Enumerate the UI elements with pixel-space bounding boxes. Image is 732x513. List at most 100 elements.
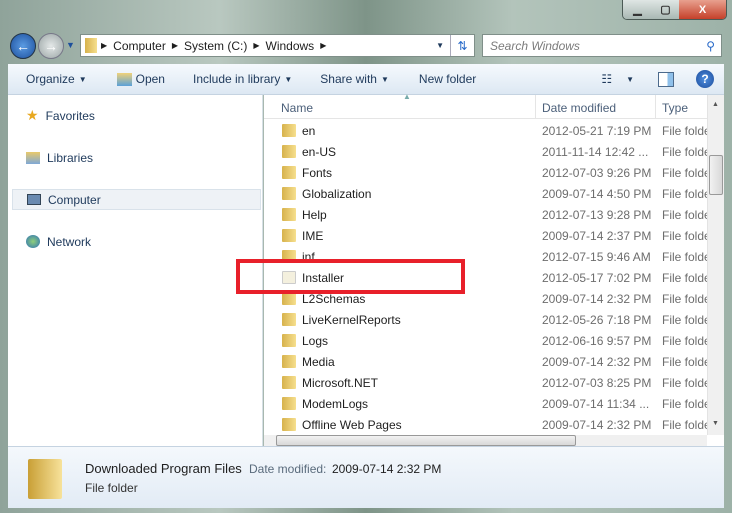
folder-icon [282,355,296,368]
organize-button[interactable]: Organize ▼ [26,72,87,86]
file-date: 2009-07-14 2:32 PM [542,355,652,369]
folder-icon [282,166,296,179]
file-row[interactable]: Help 2012-07-13 9:28 PM File folder [264,204,707,225]
horizontal-scrollbar[interactable] [264,435,707,446]
network-icon [26,235,40,248]
file-row[interactable]: ModemLogs 2009-07-14 11:34 ... File fold… [264,393,707,414]
maximize-button[interactable]: ▢ [652,0,679,19]
file-name: en-US [302,145,337,159]
file-date: 2012-07-15 9:46 AM [542,250,651,264]
file-type: File folder [662,187,707,201]
column-headers: ▲ Name Date modified Type [264,92,707,119]
include-in-library-button[interactable]: Include in library ▼ [193,72,292,86]
file-name: Help [302,208,327,222]
arrow-left-icon: ← [16,38,30,54]
nav-favorites[interactable]: ★ Favorites [12,105,261,126]
file-type: File folder [662,250,707,264]
file-name: Logs [302,334,329,348]
address-dropdown[interactable]: ▼ [436,41,444,50]
file-row[interactable]: en-US 2011-11-14 12:42 ... File folder [264,141,707,162]
file-row[interactable]: Fonts 2012-07-03 9:26 PM File folder [264,162,707,183]
vertical-scrollbar[interactable]: ▲ ▼ [707,95,724,435]
file-date: 2011-11-14 12:42 ... [542,145,649,159]
selected-item-type: File folder [85,481,138,495]
nav-libraries[interactable]: Libraries [12,147,261,168]
forward-button[interactable]: → [38,33,64,59]
file-type: File folder [662,334,707,348]
file-row[interactable]: en 2012-05-21 7:19 PM File folder [264,120,707,141]
file-name: Media [302,355,335,369]
date-modified-label: Date modified: [249,462,327,476]
help-button[interactable]: ? [696,70,714,88]
file-date: 2009-07-14 11:34 ... [542,397,650,411]
folder-icon [282,397,296,410]
file-type: File folder [662,355,707,369]
file-name: Fonts [302,166,333,180]
file-date: 2012-05-17 7:02 PM [542,271,652,285]
new-folder-button[interactable]: New folder [419,72,476,86]
search-input[interactable]: Search Windows ⚲ [482,34,722,57]
file-name: ModemLogs [302,397,369,411]
sort-ascending-icon: ▲ [403,92,411,101]
file-date: 2009-07-14 2:32 PM [542,292,652,306]
breadcrumb-windows[interactable]: Windows [266,39,315,53]
file-name: en [302,124,316,138]
views-button[interactable]: ☷ ▼ [601,72,634,86]
file-type: File folder [662,229,707,243]
file-date: 2009-07-14 2:37 PM [542,229,652,243]
nav-computer[interactable]: Computer [12,189,261,210]
file-row[interactable]: Logs 2012-06-16 9:57 PM File folder [264,330,707,351]
folder-icon [282,187,296,200]
file-date: 2009-07-14 4:50 PM [542,187,652,201]
vertical-scroll-thumb[interactable] [709,155,723,195]
column-type[interactable]: Type [662,101,688,115]
address-bar[interactable]: ▶ Computer ▶ System (C:) ▶ Windows ▶ ▼ ⇅ [80,34,475,57]
file-row[interactable]: Offline Web Pages 2009-07-14 2:32 PM Fil… [264,414,707,435]
folder-icon [282,376,296,389]
window-controls: ▁ ▢ X [622,0,727,20]
libraries-icon [26,151,40,164]
nav-network[interactable]: Network [12,231,261,252]
recent-pages-dropdown[interactable]: ▼ [66,40,75,50]
chevron-right-icon: ▶ [101,41,108,50]
large-folder-icon [28,459,62,499]
close-button[interactable]: X [679,0,726,19]
chevron-right-icon: ▶ [171,41,178,50]
folder-icon [282,418,296,431]
navigation-pane: ★ Favorites Libraries Computer Network [8,95,263,446]
file-row[interactable]: IME 2009-07-14 2:37 PM File folder [264,225,707,246]
file-row[interactable]: Globalization 2009-07-14 4:50 PM File fo… [264,183,707,204]
command-bar: Organize ▼ Open Include in library ▼ Share… [8,64,724,95]
search-icon[interactable]: ⚲ [706,39,715,53]
star-icon: ★ [26,107,39,123]
file-row[interactable]: Microsoft.NET 2012-07-03 8:25 PM File fo… [264,372,707,393]
file-type: File folder [662,208,707,222]
horizontal-scroll-thumb[interactable] [276,435,576,446]
breadcrumb-computer[interactable]: Computer [113,39,166,53]
file-row[interactable]: LiveKernelReports 2012-05-26 7:18 PM Fil… [264,309,707,330]
share-with-button[interactable]: Share with ▼ [320,72,389,86]
file-date: 2012-07-03 8:25 PM [542,376,652,390]
column-name[interactable]: Name [281,101,313,115]
open-icon [116,72,132,86]
file-name: Offline Web Pages [302,418,402,432]
file-name: Microsoft.NET [302,376,379,390]
open-button[interactable]: Open [116,72,165,86]
file-name: L2Schemas [302,292,366,306]
file-row[interactable]: Media 2009-07-14 2:32 PM File folder [264,351,707,372]
details-pane: Downloaded Program Files Date modified: … [8,446,724,508]
back-button[interactable]: ← [10,33,36,59]
file-date: 2012-05-21 7:19 PM [542,124,652,138]
views-icon: ☷ [601,72,613,86]
breadcrumb-system-c[interactable]: System (C:) [184,39,247,53]
date-modified-value: 2009-07-14 2:32 PM [332,462,442,476]
preview-pane-button[interactable] [658,71,674,87]
folder-icon [282,208,296,221]
column-date-modified[interactable]: Date modified [542,101,616,115]
folder-icon [282,313,296,326]
search-placeholder: Search Windows [490,38,580,53]
minimize-button[interactable]: ▁ [623,0,652,19]
file-type: File folder [662,292,707,306]
refresh-button[interactable]: ⇅ [450,35,474,56]
file-type: File folder [662,271,707,285]
